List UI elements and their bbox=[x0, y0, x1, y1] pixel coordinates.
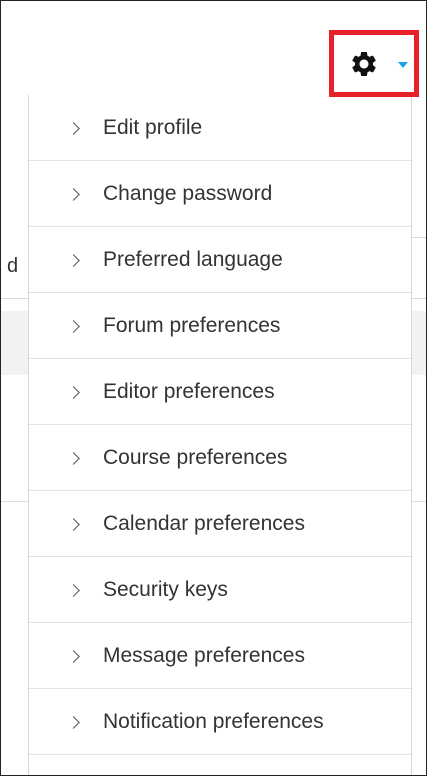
chevron-right-icon bbox=[67, 452, 80, 465]
menu-item-label: Notification preferences bbox=[103, 709, 324, 733]
background-field-text: d bbox=[7, 255, 19, 277]
menu-item-security-keys[interactable]: Security keys bbox=[29, 557, 411, 623]
menu-item-label: Message preferences bbox=[103, 643, 305, 667]
gear-icon bbox=[352, 51, 376, 76]
chevron-right-icon bbox=[67, 122, 80, 135]
page-frame: d Edit profile Change password Preferred… bbox=[0, 0, 427, 776]
chevron-right-icon bbox=[67, 650, 80, 663]
menu-item-editor-preferences[interactable]: Editor preferences bbox=[29, 359, 411, 425]
caret-down-icon bbox=[398, 62, 408, 68]
menu-item-label: Calendar preferences bbox=[103, 511, 305, 535]
chevron-right-icon bbox=[67, 584, 80, 597]
background-field-edge bbox=[411, 237, 426, 299]
menu-item-edit-profile[interactable]: Edit profile bbox=[29, 95, 411, 161]
chevron-right-icon bbox=[67, 254, 80, 267]
chevron-right-icon bbox=[67, 320, 80, 333]
menu-item-label: Edit profile bbox=[103, 115, 203, 139]
menu-item-label: Editor preferences bbox=[103, 379, 275, 403]
menu-item-notification-preferences[interactable]: Notification preferences bbox=[29, 689, 411, 755]
menu-item-label: Change password bbox=[103, 181, 273, 205]
menu-item-label: Preferred language bbox=[103, 247, 283, 271]
menu-item-preferred-language[interactable]: Preferred language bbox=[29, 227, 411, 293]
menu-item-label: Forum preferences bbox=[103, 313, 281, 337]
menu-item-course-preferences[interactable]: Course preferences bbox=[29, 425, 411, 491]
menu-item-forum-preferences[interactable]: Forum preferences bbox=[29, 293, 411, 359]
chevron-right-icon bbox=[67, 188, 80, 201]
menu-item-label: Course preferences bbox=[103, 445, 288, 469]
menu-item-calendar-preferences[interactable]: Calendar preferences bbox=[29, 491, 411, 557]
menu-item-label: Security keys bbox=[103, 577, 228, 601]
chevron-right-icon bbox=[67, 386, 80, 399]
menu-item-change-password[interactable]: Change password bbox=[29, 161, 411, 227]
chevron-right-icon bbox=[67, 518, 80, 531]
settings-toggle-button[interactable] bbox=[329, 30, 419, 97]
chevron-right-icon bbox=[67, 716, 80, 729]
menu-item-message-preferences[interactable]: Message preferences bbox=[29, 623, 411, 689]
preferences-dropdown-menu: Edit profile Change password Preferred l… bbox=[28, 95, 412, 775]
